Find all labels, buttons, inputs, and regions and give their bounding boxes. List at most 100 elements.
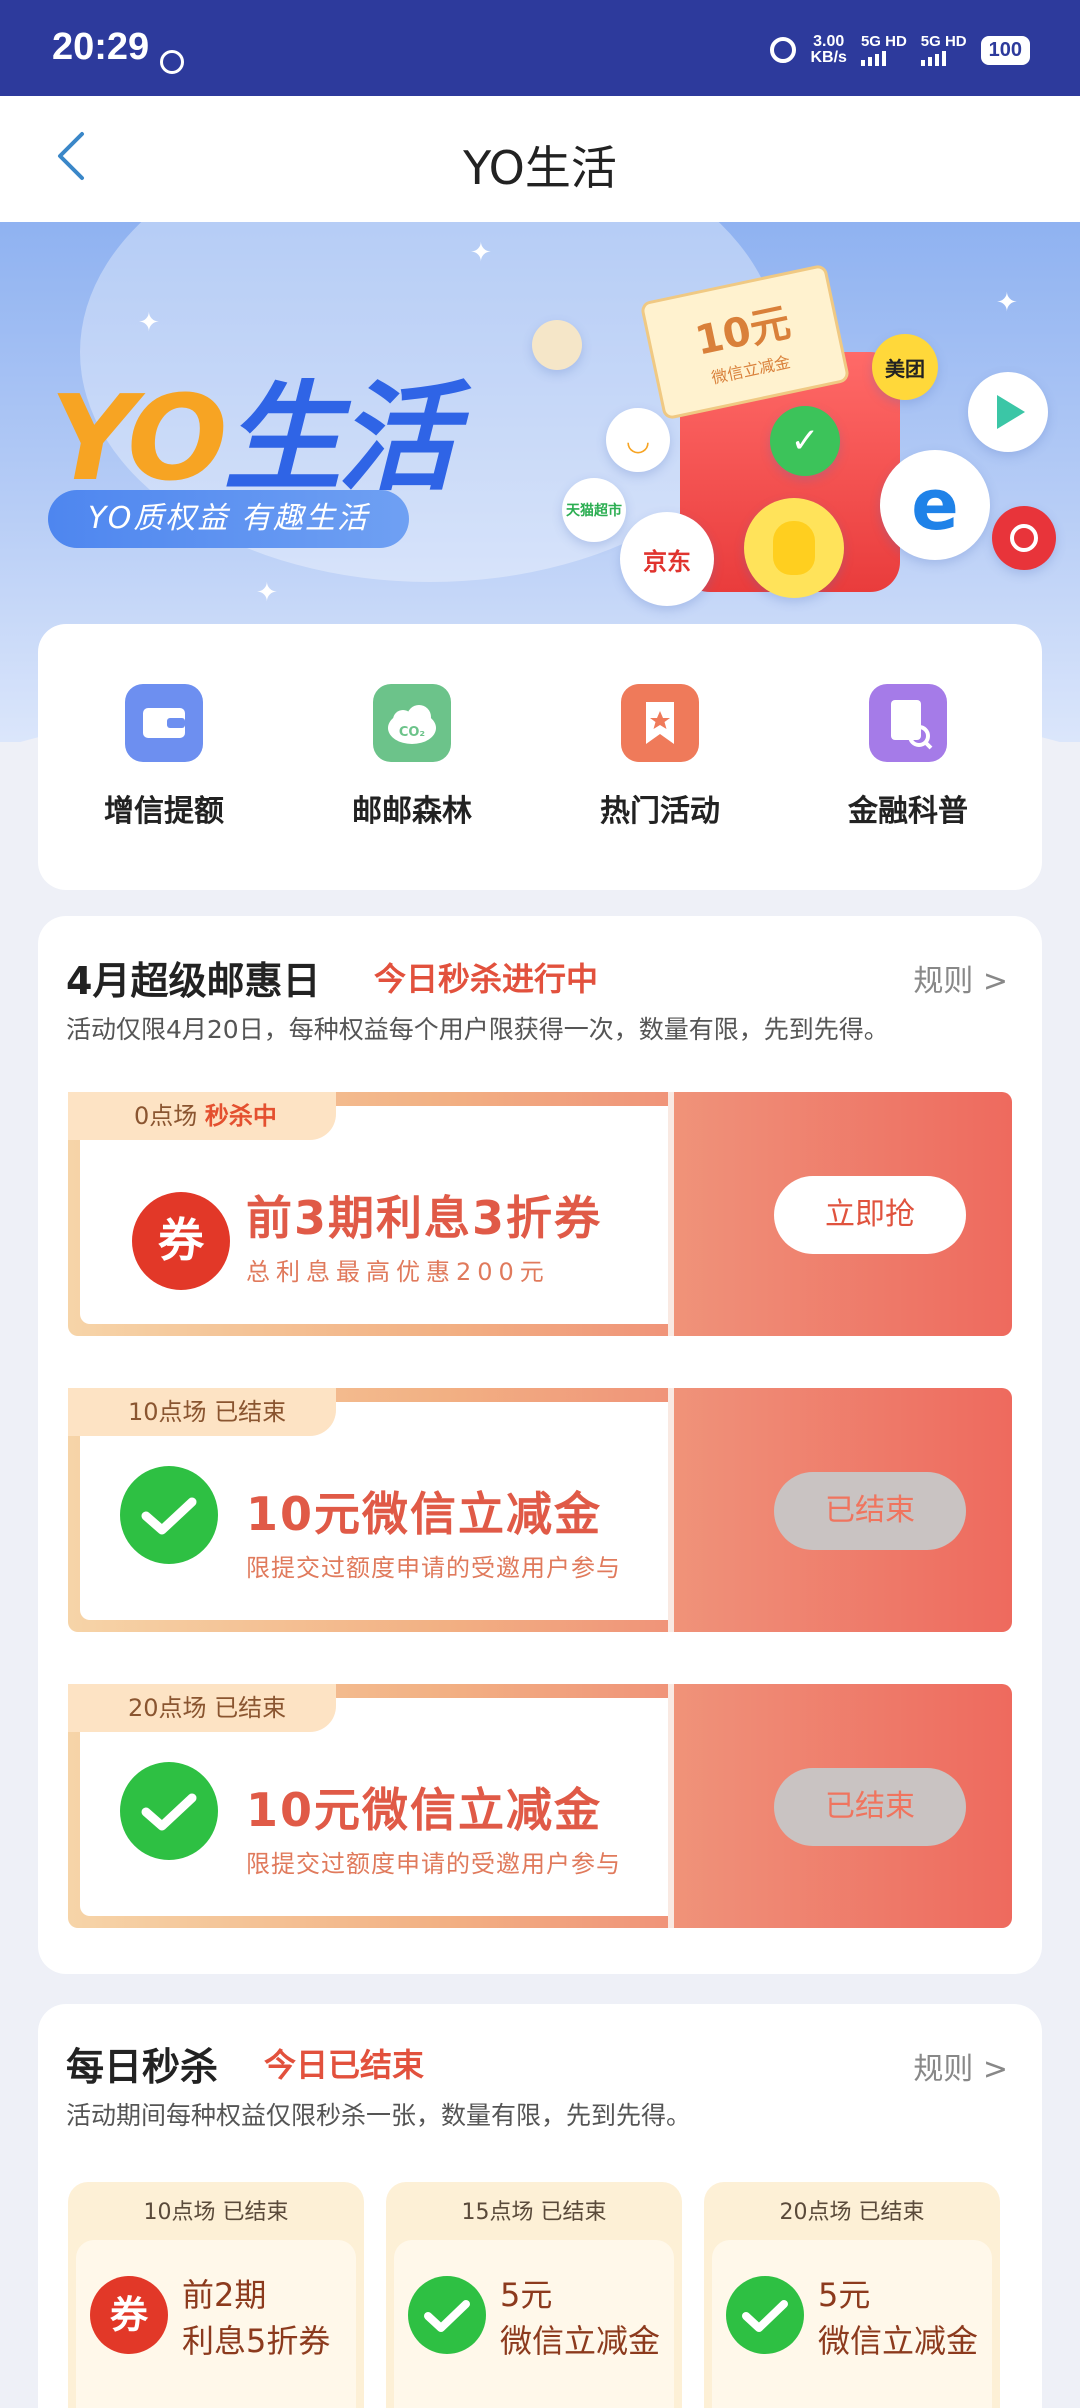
daily-card-body: 5元 微信立减金 <box>394 2240 674 2408</box>
signal-1: 5G HD <box>860 33 907 66</box>
coin-icon <box>532 320 582 370</box>
daily-card-session: 15点场 已结束 <box>461 2200 607 2225</box>
status-bar: 20:29 3.00 KB/s 5G HD 5G HD 100 <box>0 0 1080 96</box>
daily-card-line1: 5元 <box>818 2276 871 2314</box>
brand-yo: YO <box>50 369 228 507</box>
wechat-icon <box>726 2276 804 2354</box>
section-description: 活动期间每种权益仅限秒杀一张，数量有限，先到先得。 <box>66 2101 692 2130</box>
coupon-card[interactable]: 10元微信立减金 限提交过额度申请的受邀用户参与 10点场 已结束 已结束 <box>68 1388 1012 1632</box>
sparkle-icon: ✦ <box>996 288 1018 318</box>
speed-value: 3.00 <box>813 33 845 50</box>
banner-brand-logo: YO生活 <box>50 342 456 513</box>
svg-text:券: 券 <box>158 1213 205 1267</box>
ended-button[interactable]: 已结束 <box>774 1768 966 1846</box>
coupon-card[interactable]: 10元微信立减金 限提交过额度申请的受邀用户参与 20点场 已结束 已结束 <box>68 1684 1012 1928</box>
session-status: 已结束 <box>214 1398 287 1426</box>
quick-menu: 增信提额 CO₂ 邮邮森林 热门活动 金融科普 <box>38 624 1042 890</box>
quick-item-label: 热门活动 <box>600 794 720 829</box>
section-status: 今日已结束 <box>264 2046 425 2084</box>
coupon-icon: 券 <box>132 1192 230 1290</box>
signal-bars-icon <box>920 50 967 66</box>
session-time: 20点场 <box>128 1694 207 1722</box>
daily-card-body: 券 前2期 利息5折券 <box>76 2240 356 2408</box>
session-tab: 20点场 已结束 <box>68 1684 336 1732</box>
daily-card[interactable]: 20点场 已结束 5元 微信立减金 <box>704 2182 1000 2408</box>
svg-text:CO₂: CO₂ <box>399 725 425 740</box>
quick-item-label: 增信提额 <box>104 794 224 829</box>
rules-link[interactable]: 规则 > <box>913 2044 1008 2088</box>
wechat-icon <box>120 1466 218 1564</box>
coupon-subtitle: 限提交过额度申请的受邀用户参与 <box>246 1850 621 1878</box>
section-description: 活动仅限4月20日，每种权益每个用户限获得一次，数量有限，先到先得。 <box>66 1015 889 1044</box>
sparkle-icon: ✦ <box>138 308 160 338</box>
sparkle-icon: ✦ <box>256 578 278 608</box>
daily-card-session: 10点场 已结束 <box>143 2200 289 2225</box>
coupon-divider <box>668 1388 674 1632</box>
quick-item-finance-education[interactable]: 金融科普 <box>808 684 1008 830</box>
session-tab: 10点场 已结束 <box>68 1388 336 1436</box>
daily-card[interactable]: 10点场 已结束 券 前2期 利息5折券 <box>68 2182 364 2408</box>
co2-cloud-icon: CO₂ <box>373 684 451 762</box>
speed-unit: KB/s <box>810 49 847 66</box>
bookmark-star-icon <box>621 684 699 762</box>
coupon-title: 10元微信立减金 <box>246 1783 603 1837</box>
session-time: 0点场 <box>134 1102 198 1130</box>
coupon-divider <box>668 1684 674 1928</box>
daily-card-line2: 微信立减金 <box>500 2322 661 2360</box>
signal-bars-icon <box>860 50 907 66</box>
super-day-section: 4月超级邮惠日 今日秒杀进行中 规则 > 活动仅限4月20日，每种权益每个用户限… <box>38 916 1042 1974</box>
quick-item-credit-increase[interactable]: 增信提额 <box>64 684 264 830</box>
alarm-icon <box>770 37 797 63</box>
coupon-subtitle: 总利息最高优惠200元 <box>246 1258 550 1286</box>
meituan-logo: 美团 <box>872 334 938 400</box>
sparkle-icon: ✦ <box>470 238 492 268</box>
coupon-title: 前3期利息3折券 <box>246 1191 603 1245</box>
coupon-subtitle: 限提交过额度申请的受邀用户参与 <box>246 1554 621 1582</box>
nav-bar: YO生活 <box>0 96 1080 222</box>
mascot-icon <box>744 498 844 598</box>
coupon-icon: 券 <box>90 2276 168 2354</box>
doc-search-icon <box>869 684 947 762</box>
wallet-icon <box>125 684 203 762</box>
brand-life: 生活 <box>223 369 456 507</box>
ended-button[interactable]: 已结束 <box>774 1472 966 1550</box>
coupon-divider <box>668 1092 674 1336</box>
banner-slogan: YO质权益 有趣生活 <box>48 490 409 548</box>
grab-button[interactable]: 立即抢 <box>774 1176 966 1254</box>
session-status: 已结束 <box>214 1694 287 1722</box>
status-right: 3.00 KB/s 5G HD 5G HD 100 <box>770 34 1030 66</box>
daily-card-line2: 利息5折券 <box>182 2322 331 2360</box>
netease-music-icon <box>992 506 1056 570</box>
e-logo-icon: e <box>880 450 990 560</box>
globe-icon <box>160 50 184 74</box>
quick-item-forest[interactable]: CO₂ 邮邮森林 <box>312 684 512 830</box>
page-title: YO生活 <box>463 141 617 195</box>
daily-card-line1: 前2期 <box>182 2276 267 2314</box>
quick-item-hot-activity[interactable]: 热门活动 <box>560 684 760 830</box>
daily-card-line1: 5元 <box>500 2276 553 2314</box>
daily-card[interactable]: 15点场 已结束 5元 微信立减金 <box>386 2182 682 2408</box>
tmall-market-logo: 天猫超市 <box>562 478 626 542</box>
network-type-1: 5G HD <box>860 33 907 50</box>
network-type-2: 5G HD <box>920 33 967 50</box>
session-status: 秒杀中 <box>204 1102 277 1130</box>
network-speed: 3.00 KB/s <box>810 34 846 66</box>
status-time: 20:29 <box>52 26 150 68</box>
section-title: 每日秒杀 <box>66 2045 219 2089</box>
didi-icon: ◡ <box>606 408 670 472</box>
coupon-card[interactable]: 券 前3期利息3折券 总利息最高优惠200元 0点场 秒杀中 立即抢 <box>68 1092 1012 1336</box>
wechat-icon <box>120 1762 218 1860</box>
wechat-icon <box>408 2276 486 2354</box>
svg-text:券: 券 <box>110 2293 149 2337</box>
quick-item-label: 邮邮森林 <box>352 794 472 829</box>
rules-link[interactable]: 规则 > <box>913 956 1008 1000</box>
jd-logo: 京东 <box>620 512 714 606</box>
coupon-title: 10元微信立减金 <box>246 1487 603 1541</box>
check-badge-icon: ✓ <box>770 406 840 476</box>
signal-2: 5G HD <box>920 33 967 66</box>
section-status: 今日秒杀进行中 <box>374 960 599 998</box>
section-title: 4月超级邮惠日 <box>66 959 321 1003</box>
daily-card-line2: 微信立减金 <box>818 2322 979 2360</box>
quick-item-label: 金融科普 <box>848 794 968 829</box>
video-play-icon <box>968 372 1048 452</box>
